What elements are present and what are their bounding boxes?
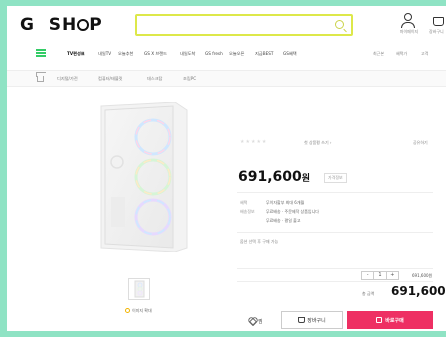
gnb-item-best[interactable]: 지금BEST (255, 51, 273, 57)
divider (237, 232, 433, 233)
product-thumbnail[interactable] (128, 278, 150, 300)
cart-icon (298, 317, 306, 323)
total-price: 691,600 (391, 284, 446, 298)
option-row-price: 691,600원 (412, 273, 433, 278)
price-info-badge[interactable]: 가격정보 (324, 173, 347, 183)
benefit-link[interactable]: 혜택가 (396, 51, 407, 57)
thumbnail-image (134, 280, 145, 298)
product-price: 691,600원 (238, 169, 310, 185)
quantity-value[interactable]: 1 (373, 272, 387, 279)
product-page: G SH P 마이페이지 장바구니 TV편성표 내일TV 오늘추천 GS X 브랜… (7, 6, 446, 331)
home-icon[interactable] (37, 76, 44, 82)
gnb-item-gs-brand[interactable]: GS X 브랜드 (144, 51, 167, 57)
gnb-item-tv-schedule[interactable]: TV편성표 (67, 51, 85, 57)
info-key: 혜택 (240, 200, 248, 205)
gnb-item-today-open[interactable]: 오늘오픈 (229, 51, 244, 57)
main-navigation: TV편성표 내일TV 오늘추천 GS X 브랜드 내일도착 GS fresh 오… (7, 48, 446, 62)
info-key: 배송정보 (240, 209, 255, 214)
total-label: 총 금액 (362, 291, 375, 296)
info-row-shipping: 배송정보 무료배송 · 주문제작 상품입니다 (240, 209, 319, 215)
zoom-label: 이미지 확대 (132, 308, 152, 313)
gnb-item-gs-fresh[interactable]: GS fresh (205, 51, 223, 56)
breadcrumb-item[interactable]: 조립PC (183, 76, 196, 82)
search-input[interactable] (135, 14, 353, 36)
write-review-link[interactable]: 첫 상품평 쓰기 › (304, 140, 332, 146)
info-row-delivery: 무료배송 · 평일 출고 (240, 218, 301, 224)
add-to-cart-button[interactable]: 장바구니 (281, 311, 343, 329)
gnb-item-today-pick[interactable]: 오늘추천 (118, 51, 133, 57)
product-image[interactable] (95, 102, 190, 252)
customer-link[interactable]: 고객 (421, 51, 428, 57)
price-value: 691,600 (238, 169, 302, 185)
gnb-item-benefit[interactable]: GS혜택 (283, 51, 297, 57)
info-value: 무이자할부 최대 6개월 (266, 200, 305, 205)
option-label: 옵션 선택 후 구매 가능 (240, 239, 279, 244)
breadcrumb-item[interactable]: 데스크탑 (147, 76, 162, 82)
info-value: 무료배송 · 주문제작 상품입니다 (266, 209, 319, 214)
zoom-button[interactable]: 이미지 확대 (125, 308, 152, 314)
cart-button[interactable]: 장바구니 (429, 14, 445, 34)
rating-stars: ★★★★★ (240, 139, 268, 145)
cart-icon (433, 17, 444, 26)
selected-option-row (237, 268, 433, 282)
gnb-item-tomorrow-delivery[interactable]: 내일도착 (180, 51, 195, 57)
info-row-benefit: 혜택 무이자할부 최대 6개월 (240, 200, 304, 206)
my-page-label: 마이페이지 (399, 29, 419, 34)
user-icon (404, 13, 412, 21)
price-unit: 원 (301, 174, 311, 184)
site-header: G SH P 마이페이지 장바구니 (7, 6, 446, 41)
breadcrumb-item[interactable]: 디지털/가전 (57, 76, 78, 82)
info-value: 무료배송 · 평일 출고 (266, 218, 301, 223)
buy-now-button[interactable]: 바로구매 (347, 311, 433, 329)
quantity-plus-button[interactable]: + (387, 272, 398, 279)
zoom-icon (125, 308, 130, 313)
quantity-stepper[interactable]: - 1 + (361, 271, 399, 280)
divider (237, 192, 433, 193)
share-button[interactable]: 공유하기 (413, 140, 428, 146)
gs-shop-logo[interactable]: G SH P (20, 15, 103, 35)
quantity-minus-button[interactable]: - (362, 272, 373, 279)
wish-button[interactable]: 찜 (248, 317, 263, 325)
breadcrumb: 디지털/가전 컴퓨터/태블릿 데스크탑 조립PC (7, 70, 446, 87)
menu-icon[interactable] (36, 49, 46, 57)
recent-viewed-link[interactable]: 최근본 (373, 51, 384, 57)
add-to-cart-label: 장바구니 (307, 317, 326, 324)
gnb-item-tomorrow-tv[interactable]: 내일TV (98, 51, 111, 57)
my-page-button[interactable]: 마이페이지 (400, 12, 418, 34)
cart-label: 장바구니 (429, 29, 444, 34)
breadcrumb-item[interactable]: 컴퓨터/태블릿 (98, 76, 123, 82)
heart-icon (248, 317, 256, 324)
search-icon[interactable] (335, 20, 344, 29)
wish-label: 찜 (258, 319, 263, 325)
buy-icon (376, 317, 383, 323)
buy-now-label: 바로구매 (385, 317, 404, 324)
